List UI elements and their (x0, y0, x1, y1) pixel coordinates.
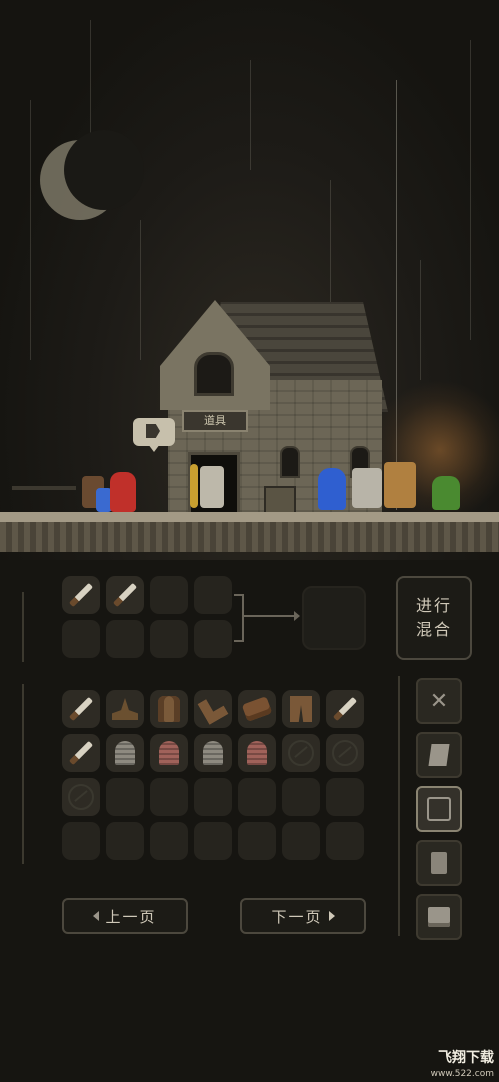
sword-icon (112, 582, 138, 608)
mix-input-slot[interactable] (62, 576, 100, 614)
inventory-slot[interactable] (106, 734, 144, 772)
inventory-slot[interactable] (194, 690, 232, 728)
wizard-hat-icon (112, 698, 138, 720)
inventory-slot[interactable] (282, 822, 320, 860)
tombstone-icon (115, 741, 135, 765)
inventory-slot[interactable] (150, 778, 188, 816)
inventory-slot[interactable] (150, 822, 188, 860)
prev-page-label: 上一页 (105, 907, 157, 926)
prev-page-button[interactable]: 上一页 (62, 898, 188, 934)
shop-sign: 道具 (182, 410, 248, 432)
inventory-slot[interactable] (62, 822, 100, 860)
mix-arrow (242, 615, 298, 617)
inventory-slot[interactable] (106, 690, 144, 728)
scroll-icon (428, 744, 450, 766)
enemy-white[interactable] (352, 468, 382, 508)
hero-blue-hair[interactable] (318, 468, 346, 510)
sword-icon (68, 696, 94, 722)
triangle-right-icon (328, 911, 335, 921)
watermark: 飞翔下载 www.522.com (404, 1050, 494, 1082)
hero-red[interactable] (110, 472, 136, 512)
watermark-title: 飞翔下载 (438, 1050, 494, 1066)
ring-icon (332, 740, 358, 766)
ring-icon (68, 784, 94, 810)
sword-icon (68, 740, 94, 766)
inventory-slot[interactable] (238, 778, 276, 816)
side-tab-inventory[interactable] (416, 786, 462, 832)
screen-icon (428, 907, 450, 927)
mix-button[interactable]: 进行 混合 (396, 576, 472, 660)
inventory-slot[interactable] (282, 734, 320, 772)
inventory-slot[interactable] (238, 734, 276, 772)
inventory-slot[interactable] (194, 778, 232, 816)
inventory-slot[interactable] (62, 690, 100, 728)
side-tab-quests[interactable] (416, 732, 462, 778)
mix-input-slot[interactable] (106, 576, 144, 614)
inventory-slot[interactable] (62, 778, 100, 816)
log-icon (241, 696, 273, 722)
shopkeeper-staff (190, 464, 198, 508)
mix-input-slot[interactable] (150, 620, 188, 658)
tombstone-icon (203, 741, 223, 765)
game-scene: 道具 (0, 0, 499, 560)
mix-button-label-line1: 进行 (415, 596, 452, 615)
side-tab-system[interactable] (416, 894, 462, 940)
inventory-slot[interactable] (62, 734, 100, 772)
inventory-slot[interactable] (326, 822, 364, 860)
sword-icon (68, 582, 94, 608)
inventory-slot[interactable] (238, 690, 276, 728)
mix-input-slot[interactable] (62, 620, 100, 658)
ring-icon (288, 740, 314, 766)
enemy-bear[interactable] (384, 462, 416, 508)
attic-window (194, 352, 234, 396)
mix-result-slot[interactable] (302, 586, 366, 650)
inventory-slot[interactable] (326, 690, 364, 728)
arrow-right-icon (294, 611, 300, 621)
ground (0, 512, 499, 522)
mix-input-slot[interactable] (194, 576, 232, 614)
shopkeeper-knight[interactable] (200, 466, 224, 508)
mix-bracket (234, 594, 244, 642)
next-page-label: 下一页 (271, 907, 323, 926)
pants-icon (290, 696, 312, 722)
shop-window (280, 446, 300, 478)
cloak-icon (158, 696, 180, 722)
crossed-swords-icon: ✕ (429, 688, 449, 714)
inventory-slot[interactable] (326, 734, 364, 772)
document-icon (431, 852, 447, 874)
tombstone-red-icon (159, 741, 179, 765)
crate (264, 486, 296, 514)
mix-button-label-line2: 混合 (415, 620, 452, 639)
inventory-slot[interactable] (238, 822, 276, 860)
inventory-slot[interactable] (150, 734, 188, 772)
inventory-slot[interactable] (282, 690, 320, 728)
triangle-left-icon (93, 911, 100, 921)
side-tab-records[interactable] (416, 840, 462, 886)
next-page-button[interactable]: 下一页 (240, 898, 366, 934)
backpack-icon (427, 797, 451, 821)
inventory-slot[interactable] (150, 690, 188, 728)
boot-icon (197, 693, 228, 725)
side-tab-battle[interactable]: ✕ (416, 678, 462, 724)
sword-icon (332, 696, 358, 722)
enemy-goblin[interactable] (432, 476, 460, 510)
inventory-slot[interactable] (194, 734, 232, 772)
inventory-slot[interactable] (106, 822, 144, 860)
inventory-slot[interactable] (194, 822, 232, 860)
tombstone-red-icon (247, 741, 267, 765)
inventory-slot[interactable] (326, 778, 364, 816)
mix-input-slot[interactable] (194, 620, 232, 658)
inventory-slot[interactable] (282, 778, 320, 816)
inventory-slot[interactable] (106, 778, 144, 816)
mix-input-slot[interactable] (106, 620, 144, 658)
mix-input-slot[interactable] (150, 576, 188, 614)
